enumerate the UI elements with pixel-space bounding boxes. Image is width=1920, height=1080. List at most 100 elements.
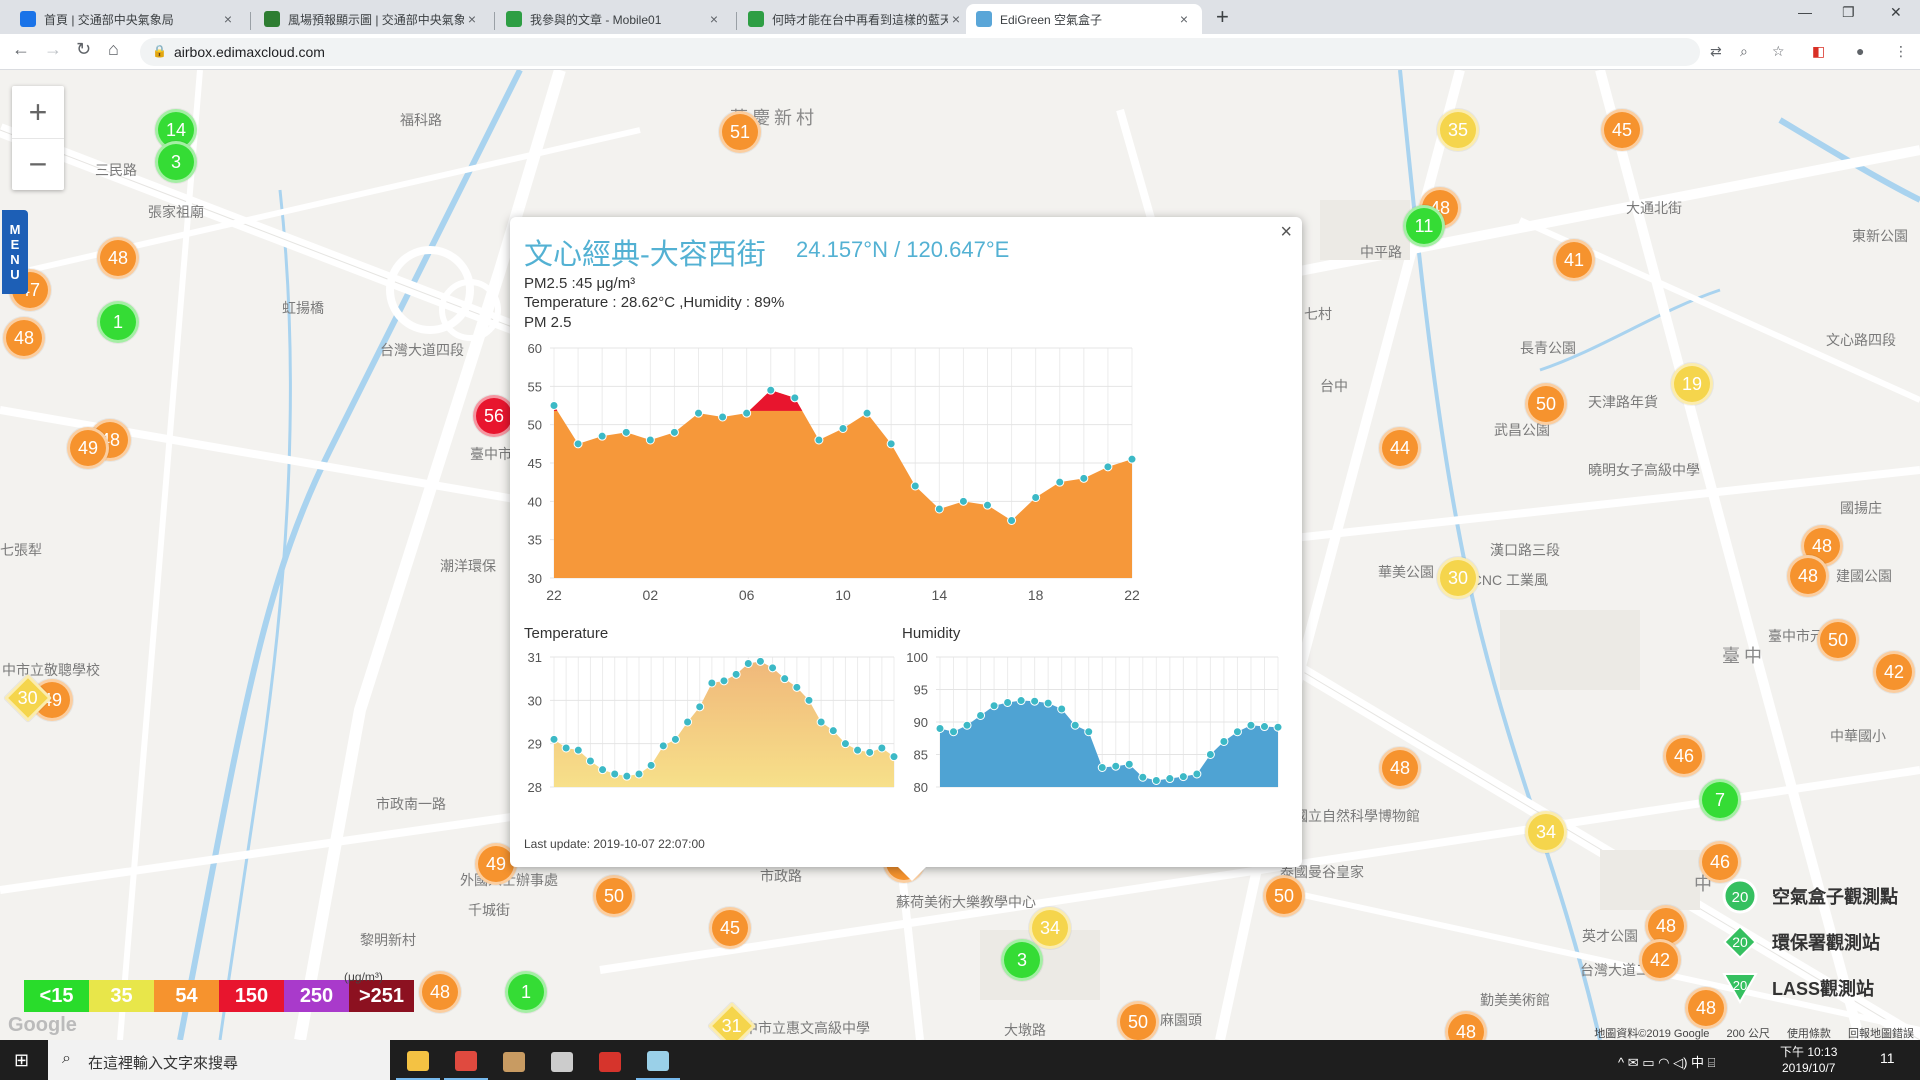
zoom-icon[interactable]: ⌕ — [1740, 43, 1748, 60]
scale-step: 150 — [219, 980, 284, 1012]
airbox-station-marker[interactable]: 51 — [719, 111, 761, 153]
map-canvas[interactable]: 三民路 福科路 張家祖廟 虹揚橋 台灣大道四段 七張犁 中市立敬聰學校 潮洋環保 黎明新村 市政路… — [0, 70, 1920, 1040]
menu-tab[interactable]: M E N U — [2, 210, 28, 294]
y-tick-label: 50 — [528, 418, 542, 433]
address-bar[interactable]: 🔒 airbox.edimaxcloud.com — [140, 38, 1700, 66]
map-place-label: 漢口路三段 — [1490, 542, 1560, 558]
taskbar-app-app-disk[interactable] — [540, 1044, 584, 1080]
legend-airbox[interactable]: 20 空氣盒子觀測點 — [1720, 878, 1898, 914]
y-tick-label: 30 — [528, 571, 542, 586]
chart-point — [1127, 454, 1137, 464]
chart-point — [862, 408, 872, 418]
airbox-station-marker[interactable]: 48 — [1379, 747, 1421, 789]
tab-wind-forecast[interactable]: 風場預報顯示圖 | 交通部中央氣象 × — [254, 4, 490, 34]
airbox-station-marker[interactable]: 49 — [67, 427, 109, 469]
window-close-icon[interactable]: ✕ — [1890, 4, 1902, 21]
taskbar-app-chrome[interactable] — [444, 1044, 488, 1080]
windows-start-icon[interactable]: ⊞ — [14, 1050, 29, 1071]
notification-center-icon[interactable]: 11 — [1880, 1050, 1895, 1066]
airbox-circle-icon: 20 — [1720, 878, 1760, 914]
airbox-station-marker[interactable]: 50 — [1263, 875, 1305, 917]
scale-step: >251 — [349, 980, 414, 1012]
map-place-label: 市政路 — [760, 868, 802, 884]
airbox-station-marker[interactable]: 48 — [1787, 555, 1829, 597]
home-icon[interactable]: ⌂ — [108, 39, 119, 60]
taskbar-clock[interactable]: 下午 10:13 2019/10/7 — [1780, 1044, 1837, 1076]
url-text: airbox.edimaxcloud.com — [174, 44, 325, 60]
tab-close-icon[interactable]: × — [706, 11, 722, 27]
legend-lass[interactable]: 20 LASS觀測站 — [1720, 970, 1898, 1006]
tab-close-icon[interactable]: × — [464, 11, 480, 27]
reload-icon[interactable]: ↻ — [76, 39, 91, 60]
taskbar-app-file-explorer[interactable] — [396, 1044, 440, 1080]
taskbar-app-app-note[interactable] — [636, 1044, 680, 1080]
tab-close-icon[interactable]: × — [220, 11, 236, 27]
tab-close-icon[interactable]: × — [948, 11, 964, 27]
taskbar-search-box[interactable]: ⌕ 在這裡輸入文字來搜尋 — [48, 1040, 390, 1080]
airbox-station-marker[interactable]: 19 — [1671, 363, 1713, 405]
browser-toolbar: ← → ↻ ⌂ 🔒 airbox.edimaxcloud.com ⇄ ⌕ ☆ ◧… — [0, 34, 1920, 70]
airbox-station-marker[interactable]: 48 — [97, 237, 139, 279]
chart-point — [889, 752, 899, 762]
y-tick-label: 90 — [914, 715, 928, 730]
system-tray[interactable]: ^ ✉ ▭ ◠ ◁) 中 ⌸ — [1618, 1052, 1715, 1071]
airbox-station-marker[interactable]: 42 — [1639, 939, 1681, 981]
tab-close-icon[interactable]: × — [1176, 11, 1192, 27]
taskbar-app-app-red[interactable] — [588, 1044, 632, 1080]
map-data-credit: 地圖資料©2019 Google — [1594, 1028, 1710, 1040]
terms-link[interactable]: 使用條款 — [1787, 1028, 1831, 1040]
airbox-station-marker[interactable]: 34 — [1029, 907, 1071, 949]
airbox-station-marker[interactable]: 48 — [3, 317, 45, 359]
extension-icon[interactable]: ◧ — [1812, 43, 1825, 60]
airbox-station-marker[interactable]: 50 — [1117, 1001, 1159, 1040]
chart-point — [814, 435, 824, 445]
tab-cwb-home[interactable]: 首頁 | 交通部中央氣象局 × — [10, 4, 246, 34]
tab-mobile01-articles[interactable]: 我參與的文章 - Mobile01 × — [496, 4, 732, 34]
airbox-station-marker[interactable]: 1 — [97, 301, 139, 343]
chart-point — [1259, 722, 1269, 732]
map-place-label: 國揚庄 — [1840, 500, 1882, 516]
airbox-station-marker[interactable]: 46 — [1699, 841, 1741, 883]
profile-icon[interactable]: ● — [1856, 43, 1864, 59]
map-place-label: 七村 — [1304, 306, 1332, 322]
airbox-station-marker[interactable]: 41 — [1553, 239, 1595, 281]
report-error-link[interactable]: 回報地圖錯誤 — [1848, 1028, 1914, 1040]
airbox-station-marker[interactable]: 30 — [1437, 557, 1479, 599]
translate-icon[interactable]: ⇄ — [1710, 43, 1722, 60]
airbox-station-marker[interactable]: 11 — [1403, 205, 1445, 247]
airbox-station-marker[interactable]: 7 — [1699, 779, 1741, 821]
airbox-station-marker[interactable]: 46 — [1663, 735, 1705, 777]
y-tick-label: 55 — [528, 379, 542, 394]
chart-point — [1192, 769, 1202, 779]
airbox-station-marker[interactable]: 1 — [505, 971, 547, 1013]
airbox-station-marker[interactable]: 50 — [593, 875, 635, 917]
airbox-station-marker[interactable]: 50 — [1817, 619, 1859, 661]
forward-arrow-icon[interactable]: → — [44, 39, 62, 60]
restore-icon[interactable]: ❐ — [1842, 4, 1855, 21]
airbox-station-marker[interactable]: 48 — [419, 971, 461, 1013]
new-tab-button[interactable]: + — [1216, 4, 1229, 30]
airbox-station-marker[interactable]: 45 — [709, 907, 751, 949]
airbox-station-marker[interactable]: 34 — [1525, 811, 1567, 853]
airbox-station-marker[interactable]: 42 — [1873, 651, 1915, 693]
map-place-label: 天津路年貨 — [1588, 394, 1658, 410]
chrome-menu-icon[interactable]: ⋮ — [1894, 43, 1908, 60]
zoom-out-button[interactable]: − — [12, 138, 64, 190]
tab-edigreen-airbox[interactable]: EdiGreen 空氣盒子 × — [966, 4, 1202, 34]
minimize-icon[interactable]: — — [1798, 4, 1812, 20]
tab-mobile01-bluesky[interactable]: 何時才能在台中再看到這樣的藍天 × — [738, 4, 974, 34]
airbox-station-marker[interactable]: 3 — [155, 141, 197, 183]
airbox-station-marker[interactable]: 56 — [473, 395, 515, 437]
legend-epa[interactable]: 20 環保署觀測站 — [1720, 924, 1898, 960]
bookmark-star-icon[interactable]: ☆ — [1772, 43, 1785, 60]
chart-point — [958, 496, 968, 506]
back-arrow-icon[interactable]: ← — [12, 39, 30, 60]
airbox-station-marker[interactable]: 44 — [1379, 427, 1421, 469]
airbox-station-marker[interactable]: 3 — [1001, 939, 1043, 981]
airbox-station-marker[interactable]: 35 — [1437, 109, 1479, 151]
taskbar-app-app-hand[interactable] — [492, 1044, 536, 1080]
zoom-in-button[interactable]: + — [12, 86, 64, 138]
airbox-station-marker[interactable]: 45 — [1601, 109, 1643, 151]
airbox-station-marker[interactable]: 50 — [1525, 383, 1567, 425]
chart-point — [695, 702, 705, 712]
